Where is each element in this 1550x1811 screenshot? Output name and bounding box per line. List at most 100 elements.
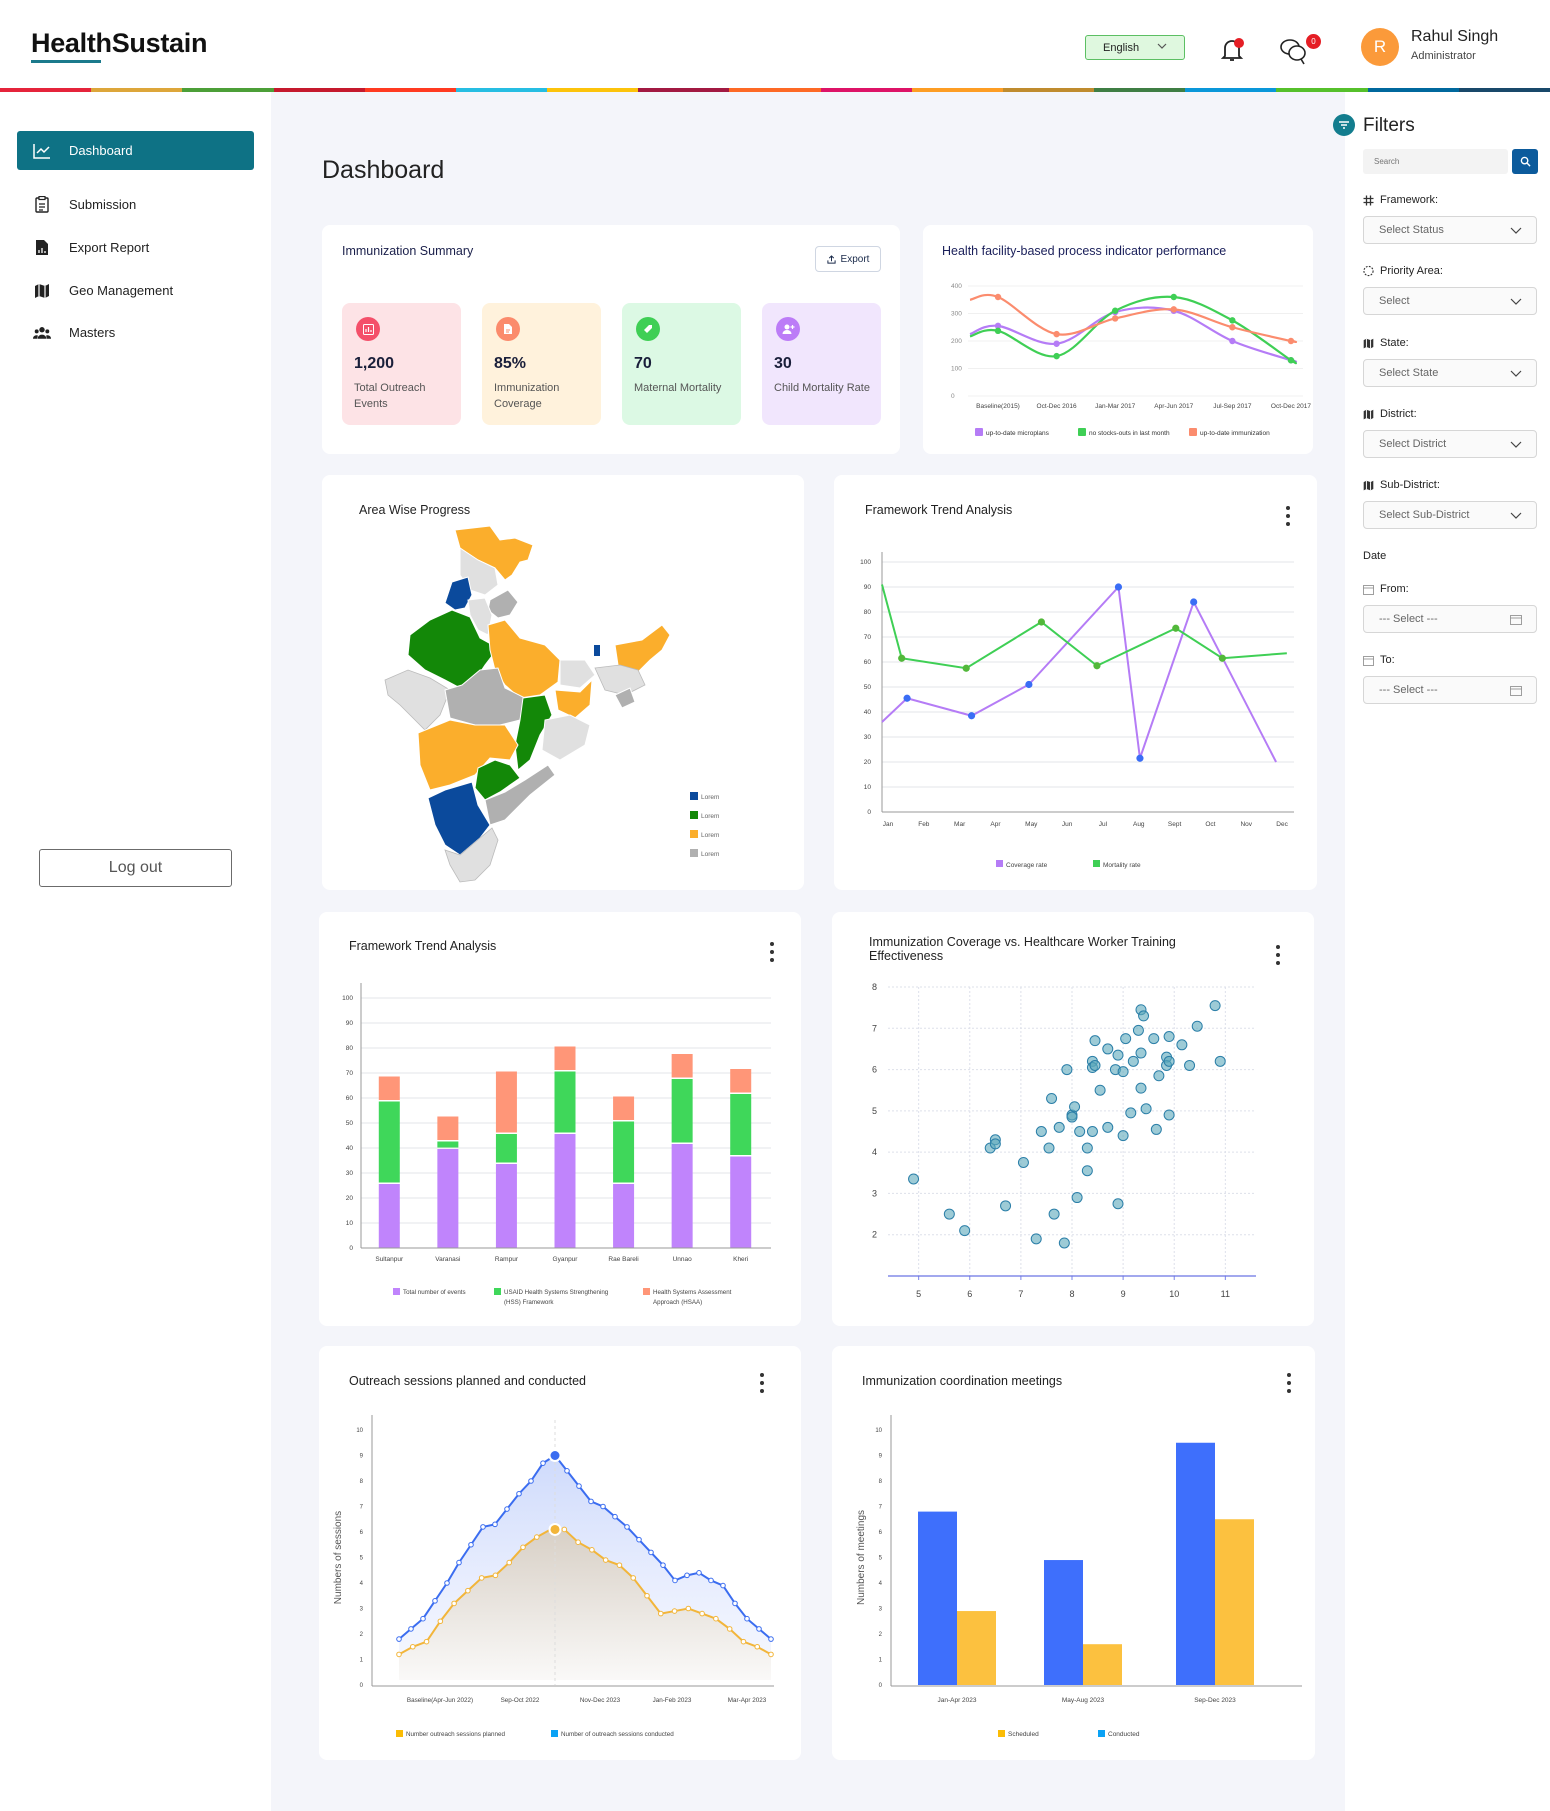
data-point[interactable] xyxy=(1112,1198,1124,1210)
data-point[interactable] xyxy=(600,1503,606,1510)
data-point[interactable] xyxy=(740,1638,747,1645)
bar-segment[interactable] xyxy=(437,1149,459,1248)
data-point[interactable] xyxy=(589,1547,595,1553)
data-point[interactable] xyxy=(423,1638,430,1645)
bar-segment[interactable] xyxy=(554,1046,576,1071)
data-point[interactable] xyxy=(1112,1049,1124,1061)
data-point[interactable] xyxy=(660,1562,666,1568)
filter-select-framework[interactable]: Select Status xyxy=(1363,216,1537,244)
calendar-icon[interactable] xyxy=(1510,614,1522,628)
data-point[interactable] xyxy=(1114,583,1123,591)
data-point[interactable] xyxy=(1102,1043,1114,1055)
bar-segment[interactable] xyxy=(378,1184,400,1248)
data-point[interactable] xyxy=(636,1536,642,1543)
data-point[interactable] xyxy=(1148,1033,1160,1045)
calendar-icon[interactable] xyxy=(1510,685,1522,699)
data-point[interactable] xyxy=(1035,1126,1047,1137)
data-point[interactable] xyxy=(1071,1192,1083,1204)
bar[interactable] xyxy=(1215,1519,1254,1685)
language-select[interactable]: English xyxy=(1085,35,1185,60)
data-point[interactable] xyxy=(1135,1082,1147,1094)
data-point[interactable] xyxy=(1000,1200,1012,1212)
data-point[interactable] xyxy=(1069,1101,1081,1113)
data-point[interactable] xyxy=(657,1610,664,1617)
app-logo[interactable]: HealthSustain xyxy=(31,28,207,59)
more-options-icon[interactable] xyxy=(1286,1373,1292,1393)
bar-segment[interactable] xyxy=(437,1116,459,1141)
data-point[interactable] xyxy=(602,1557,609,1563)
stat-card[interactable]: 1,200 Total Outreach Events xyxy=(342,303,461,425)
data-point[interactable] xyxy=(648,1549,654,1556)
data-point[interactable] xyxy=(588,1498,594,1505)
data-point[interactable] xyxy=(1135,1047,1147,1059)
data-point[interactable] xyxy=(903,694,911,702)
data-point[interactable] xyxy=(1125,1107,1137,1119)
data-point[interactable] xyxy=(1066,1111,1078,1123)
highlight-point[interactable] xyxy=(548,1522,562,1536)
data-point[interactable] xyxy=(561,1526,568,1533)
data-point[interactable] xyxy=(1127,1055,1139,1067)
data-point[interactable] xyxy=(624,1524,630,1530)
bar-segment[interactable] xyxy=(554,1071,576,1133)
data-point[interactable] xyxy=(943,1208,955,1220)
bar-segment[interactable] xyxy=(613,1184,635,1248)
data-point[interactable] xyxy=(962,664,970,672)
data-point[interactable] xyxy=(456,1559,462,1566)
data-point[interactable] xyxy=(671,1608,678,1614)
data-point[interactable] xyxy=(1140,1103,1152,1115)
bar-segment[interactable] xyxy=(495,1071,517,1133)
data-point[interactable] xyxy=(1058,1237,1070,1249)
data-point[interactable] xyxy=(1025,680,1033,689)
data-point[interactable] xyxy=(1037,618,1046,626)
data-point[interactable] xyxy=(1153,1070,1165,1082)
data-point[interactable] xyxy=(506,1559,513,1566)
data-point[interactable] xyxy=(1117,1066,1129,1078)
data-point[interactable] xyxy=(989,1138,1001,1150)
bar-segment[interactable] xyxy=(730,1094,752,1155)
data-point[interactable] xyxy=(898,654,906,662)
data-point[interactable] xyxy=(576,1483,582,1489)
data-point[interactable] xyxy=(451,1600,457,1607)
data-point[interactable] xyxy=(1111,315,1119,322)
data-point[interactable] xyxy=(708,1577,714,1584)
bar-segment[interactable] xyxy=(437,1141,459,1148)
data-point[interactable] xyxy=(480,1524,486,1530)
data-point[interactable] xyxy=(1094,1084,1106,1096)
bar-segment[interactable] xyxy=(378,1076,400,1101)
bar-segment[interactable] xyxy=(554,1134,576,1248)
search-button[interactable] xyxy=(1512,149,1538,174)
data-point[interactable] xyxy=(1138,1010,1150,1022)
bar[interactable] xyxy=(1176,1442,1215,1685)
data-point[interactable] xyxy=(908,1173,920,1185)
data-point[interactable] xyxy=(533,1534,540,1540)
data-point[interactable] xyxy=(1218,654,1226,662)
data-point[interactable] xyxy=(1117,1130,1129,1142)
data-point[interactable] xyxy=(713,1615,719,1622)
data-point[interactable] xyxy=(492,1521,498,1528)
data-point[interactable] xyxy=(540,1460,546,1466)
data-point[interactable] xyxy=(994,327,1002,335)
bar-segment[interactable] xyxy=(671,1079,693,1143)
data-point[interactable] xyxy=(468,1541,474,1548)
data-point[interactable] xyxy=(768,1651,774,1658)
logout-button[interactable]: Log out xyxy=(39,849,232,887)
data-point[interactable] xyxy=(720,1582,726,1589)
avatar[interactable]: R xyxy=(1361,28,1399,66)
data-point[interactable] xyxy=(1053,1121,1065,1133)
data-point[interactable] xyxy=(396,1651,402,1658)
bar-segment[interactable] xyxy=(730,1069,752,1093)
bar[interactable] xyxy=(918,1511,957,1685)
data-point[interactable] xyxy=(396,1636,402,1642)
data-point[interactable] xyxy=(575,1539,581,1545)
data-point[interactable] xyxy=(1086,1126,1098,1137)
bar-segment[interactable] xyxy=(613,1121,635,1183)
data-point[interactable] xyxy=(1287,357,1295,364)
more-options-icon[interactable] xyxy=(759,1373,765,1393)
data-point[interactable] xyxy=(1132,1024,1144,1036)
data-point[interactable] xyxy=(1046,1092,1058,1104)
bar-segment[interactable] xyxy=(495,1134,517,1163)
filter-select-sub-district[interactable]: Select Sub-District xyxy=(1363,501,1537,529)
data-point[interactable] xyxy=(478,1575,485,1581)
data-point[interactable] xyxy=(967,712,976,720)
bar-segment[interactable] xyxy=(671,1144,693,1248)
